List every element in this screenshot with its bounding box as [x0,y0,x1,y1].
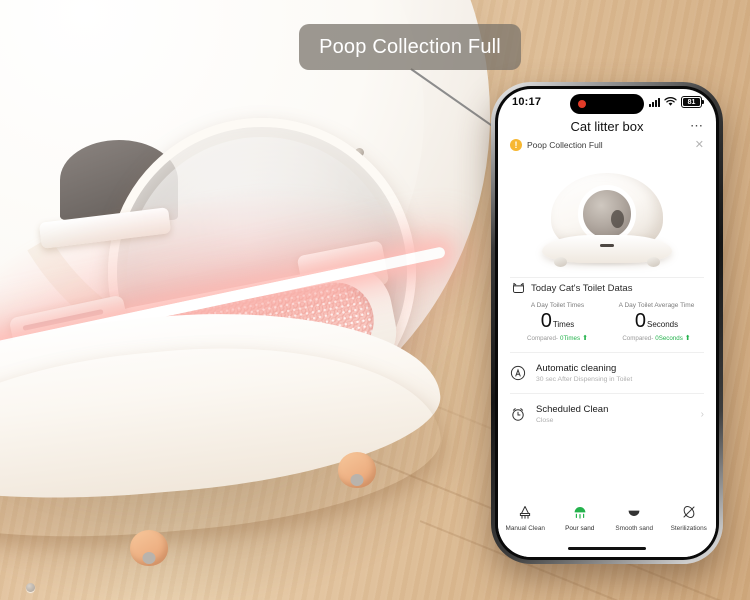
phone-bezel: 10:17 81 Cat litter box ⋯ ! Poop Collect… [495,86,719,560]
battery-percent: 81 [687,98,696,106]
setting-row-scheduled-clean[interactable]: Scheduled Clean Close › [498,394,716,434]
hero-device-foot [554,257,567,267]
alarm-clock-icon [512,408,524,421]
alert-message: Poop Collection Full [527,140,603,150]
hero-device-base [542,235,672,267]
setting-row-text: Automatic cleaning 30 sec After Dispensi… [536,363,694,383]
stat-card: A Day Toilet Times 0 Times Compared- 0Tim… [508,302,607,342]
hero-porthole-shadow [611,210,624,228]
page-title: Cat litter box [570,118,644,134]
close-icon[interactable]: ✕ [695,139,704,151]
stats-row: A Day Toilet Times 0 Times Compared- 0Tim… [498,300,716,352]
stat-value: 0 Times [508,311,607,331]
setting-row-automatic-cleaning[interactable]: Automatic cleaning 30 sec After Dispensi… [498,353,716,393]
smooth-sand-icon [628,510,640,516]
stat-compare-value: 0Seconds [655,334,683,342]
status-bar: 10:17 81 [498,89,716,115]
setting-subtitle: Close [536,417,554,424]
warning-icon: ! [510,139,522,151]
status-icons: 81 [649,96,704,108]
home-indicator[interactable] [568,547,646,550]
tab-label: Smooth sand [615,525,654,532]
alert-banner: ! Poop Collection Full ✕ [498,137,716,155]
stat-compare-prefix: Compared- [622,334,654,342]
phone-mockup: 10:17 81 Cat litter box ⋯ ! Poop Collect… [491,82,723,564]
stat-label: A Day Toilet Average Time [618,302,695,309]
app-header: Cat litter box ⋯ [498,115,716,137]
setting-title: Scheduled Clean [536,404,609,415]
stat-value: 0 Seconds [607,311,706,331]
stat-unit: Times [552,320,575,329]
drum-screw [26,583,35,592]
foot-pad [142,552,156,564]
stats-section-header: Today Cat's Toilet Datas [498,278,716,300]
dynamic-island [570,94,644,114]
brush-icon [520,506,531,519]
screenshot-root: Poop Collection Full 10:17 81 Cat litter… [0,0,750,600]
tab-smooth-sand[interactable]: Smooth sand [607,503,662,532]
device-foot [338,452,376,488]
battery-icon: 81 [681,96,704,108]
status-time: 10:17 [512,96,542,108]
setting-title: Automatic cleaning [536,363,617,374]
arrow-up-icon: ⬆ [684,335,691,342]
device-foot [130,530,168,566]
stat-card: A Day Toilet Average Time 0 Seconds Comp… [607,302,706,342]
stat-compare-prefix: Compared- [527,334,558,342]
stats-section-title: Today Cat's Toilet Datas [531,282,633,294]
pour-sand-icon [574,507,586,519]
recording-dot-icon [578,100,586,108]
callout-label: Poop Collection Full [319,35,501,58]
stat-comparison: Compared- 0Seconds ⬆ [607,334,706,343]
hero-device-foot [647,257,660,267]
wifi-icon [664,97,677,106]
tab-label: Sterilizations [670,525,707,532]
cellular-bars-icon [649,97,660,107]
stat-comparison: Compared- 0Times ⬆ [508,334,607,343]
setting-subtitle: 30 sec After Dispensing in Toilet [536,376,633,383]
cat-head-icon [513,282,524,293]
phone-screen: 10:17 81 Cat litter box ⋯ ! Poop Collect… [498,89,716,557]
tab-manual-clean[interactable]: Manual Clean [498,503,553,532]
foot-pad [350,474,364,486]
setting-row-text: Scheduled Clean Close [536,404,691,424]
stat-label: A Day Toilet Times [530,302,585,309]
tab-sterilizations[interactable]: Sterilizations [662,503,717,532]
tab-label: Manual Clean [505,525,545,532]
stat-number: 0 [634,310,646,332]
sterilization-icon [683,506,695,518]
stat-unit: Seconds [646,320,679,329]
tab-pour-sand[interactable]: Pour sand [553,503,608,532]
ellipsis-icon[interactable]: ⋯ [690,118,704,134]
chevron-right-icon: › [700,408,704,420]
stat-number: 0 [540,310,552,332]
stat-compare-value: 0Times [560,334,581,342]
auto-circle-a-icon [510,365,526,381]
bottom-tab-bar: Manual Clean Pour sand Smooth sand Steri… [498,497,716,557]
device-hero-image [498,155,716,277]
hero-device-slot [600,244,614,247]
callout-bubble: Poop Collection Full [299,24,521,70]
arrow-up-icon: ⬆ [582,335,588,342]
tab-label: Pour sand [565,525,595,532]
